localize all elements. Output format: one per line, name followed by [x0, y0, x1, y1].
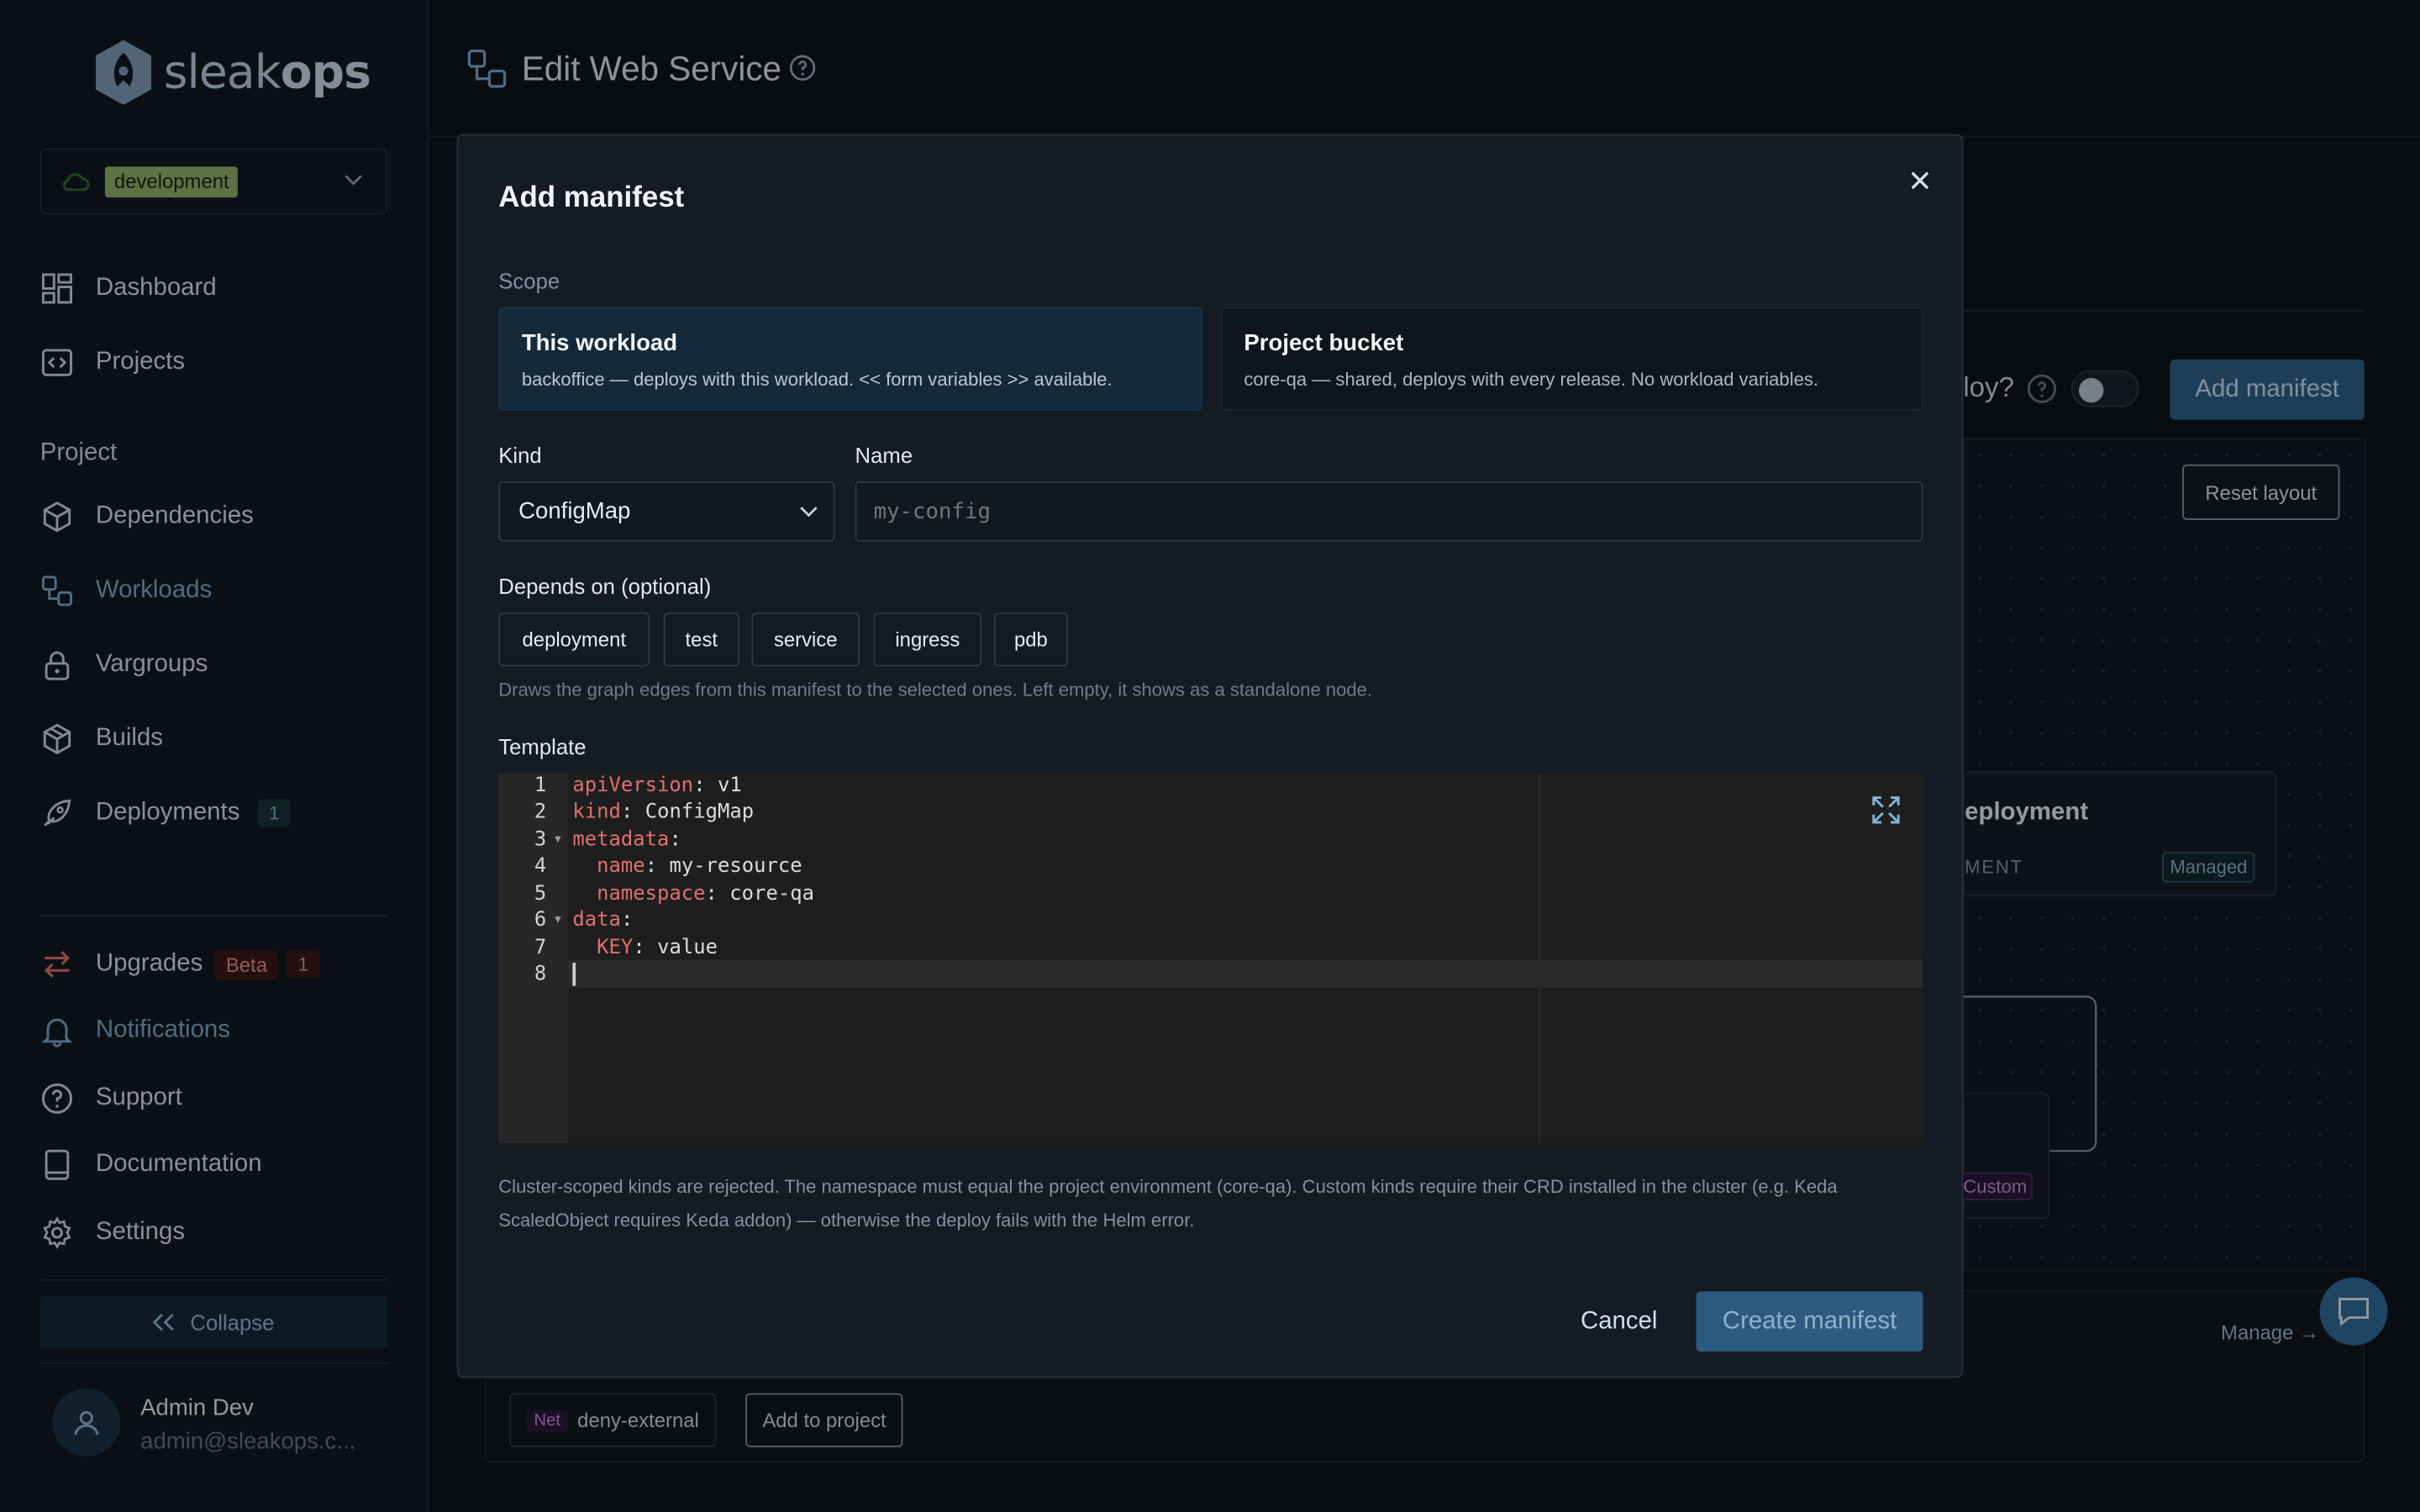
app-root: sleakops development Dashboard Projects … — [0, 0, 2420, 1512]
modal-title: Add manifest — [498, 181, 685, 215]
line-number: 7 — [534, 936, 547, 960]
fold-arrow-icon[interactable]: ▼ — [553, 915, 564, 926]
editor-active-line — [567, 959, 1923, 988]
add-manifest-modal: Add manifest Scope This workload backoff… — [456, 134, 1964, 1378]
code-value: core-qa — [717, 882, 814, 906]
code-line: name: my-resource — [572, 854, 802, 879]
code-key: namespace — [572, 882, 706, 906]
line-number: 4 — [534, 854, 547, 879]
depends-chip-deployment[interactable]: deployment — [498, 612, 650, 667]
code-key: metadata — [572, 828, 670, 852]
editor-print-margin — [1539, 773, 1541, 1144]
depends-chip-pdb[interactable]: pdb — [993, 612, 1069, 667]
expand-icon[interactable] — [1872, 796, 1900, 824]
scope-option-title: Project bucket — [1244, 330, 1404, 357]
line-number: 1 — [534, 774, 547, 798]
line-number: 8 — [534, 963, 547, 986]
code-line: metadata: — [572, 828, 681, 852]
line-number: 2 — [534, 801, 547, 824]
scope-option-desc: core-qa — shared, deploys with every rel… — [1244, 368, 1819, 391]
line-number: 3 — [534, 828, 547, 852]
depends-chip-test[interactable]: test — [663, 612, 739, 667]
scope-label: Scope — [498, 268, 560, 293]
kind-select-value: ConfigMap — [518, 498, 631, 525]
template-note: Cluster-scoped kinds are rejected. The n… — [498, 1175, 1838, 1231]
depends-chip-ingress[interactable]: ingress — [873, 612, 982, 667]
depends-label: Depends on (optional) — [498, 574, 712, 599]
depends-help: Draws the graph edges from this manifest… — [498, 679, 1373, 701]
code-key: KEY — [572, 936, 634, 960]
code-line: data: — [572, 908, 634, 932]
code-value: v1 — [705, 774, 742, 798]
line-number: 5 — [534, 882, 547, 906]
template-label: Template — [498, 734, 587, 759]
code-value: ConfigMap — [633, 801, 755, 824]
scope-option-desc: backoffice — deploys with this workload.… — [521, 368, 1113, 391]
template-editor[interactable]: 1 2 3 4 5 6 7 8 ▼ ▼ apiVersion: v1 kind:… — [498, 773, 1923, 1144]
close-icon[interactable] — [1909, 170, 1931, 192]
code-key: kind — [572, 801, 621, 824]
code-key: name — [572, 854, 645, 879]
code-line: KEY: value — [572, 936, 718, 960]
code-key: data — [572, 908, 621, 932]
code-line: namespace: core-qa — [572, 882, 814, 906]
name-input[interactable] — [855, 481, 1923, 542]
name-label: Name — [855, 443, 913, 468]
cancel-button[interactable]: Cancel — [1571, 1293, 1667, 1352]
code-line: apiVersion: v1 — [572, 774, 742, 798]
scope-option-this-workload[interactable]: This workload backoffice — deploys with … — [498, 307, 1202, 411]
scope-option-title: This workload — [521, 330, 678, 357]
kind-label: Kind — [498, 443, 542, 468]
depends-chip-service[interactable]: service — [751, 612, 860, 667]
code-value: value — [644, 936, 718, 960]
code-value: my-resource — [657, 854, 802, 879]
line-number: 6 — [534, 908, 547, 932]
kind-select[interactable]: ConfigMap — [498, 481, 835, 542]
chevron-down-icon — [800, 507, 818, 517]
scope-option-project-bucket[interactable]: Project bucket core-qa — shared, deploys… — [1220, 307, 1923, 411]
create-manifest-button[interactable]: Create manifest — [1696, 1291, 1923, 1352]
fold-arrow-icon[interactable]: ▼ — [553, 835, 564, 846]
code-key: apiVersion — [572, 774, 694, 798]
editor-cursor — [572, 963, 576, 986]
code-line: kind: ConfigMap — [572, 801, 755, 824]
